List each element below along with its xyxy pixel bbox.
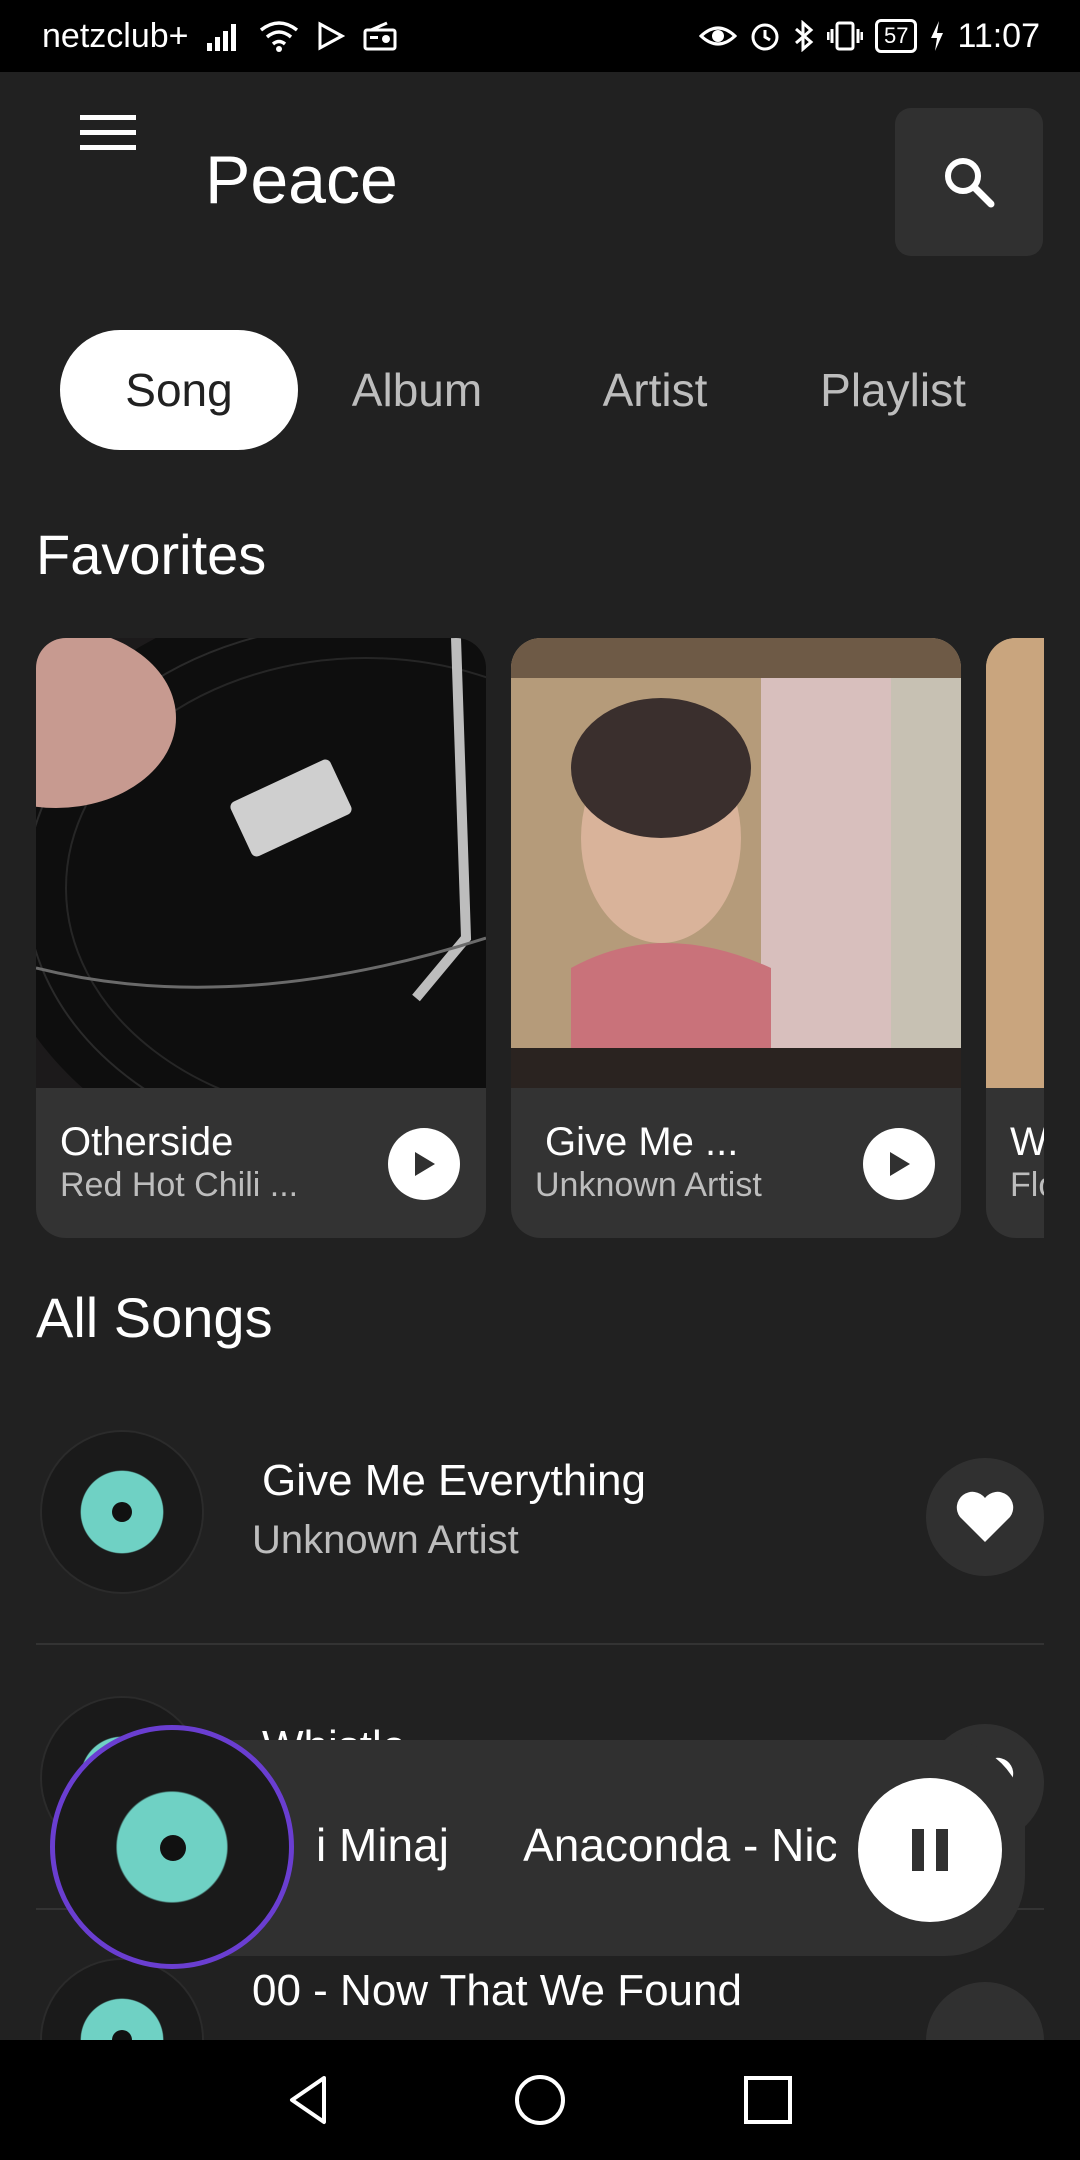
favorite-card-artist: Flo — [1010, 1166, 1044, 1204]
play-icon — [415, 1152, 435, 1176]
signal-icon — [206, 21, 241, 51]
play-icon — [890, 1152, 910, 1176]
list-divider — [36, 1643, 1044, 1645]
favorite-card[interactable]: Otherside Red Hot Chili ... — [36, 638, 486, 1238]
favorite-card-title: Give Me ... — [545, 1120, 739, 1164]
battery-indicator: 57 — [874, 19, 918, 53]
tab-album[interactable]: Album — [298, 330, 536, 450]
search-button[interactable] — [895, 108, 1043, 256]
favorite-card[interactable]: W Flo — [986, 638, 1044, 1238]
vibrate-icon — [826, 20, 863, 52]
song-title: Give Me Everything — [262, 1456, 646, 1505]
favorite-card-title: W — [1010, 1120, 1044, 1164]
bluetooth-icon — [793, 20, 815, 52]
nav-back-button[interactable] — [268, 2060, 348, 2140]
battery-level: 57 — [883, 23, 909, 48]
now-playing-marquee: i Minaj Anaconda - Nic — [316, 1818, 836, 1878]
favorite-card[interactable]: Give Me ... Unknown Artist — [511, 638, 961, 1238]
wifi-icon — [259, 20, 299, 52]
song-title: 00 - Now That We Found — [252, 1966, 742, 2015]
page-title: Peace — [205, 142, 398, 218]
favorite-card-artist: Red Hot Chili ... — [60, 1166, 299, 1204]
search-icon — [945, 158, 995, 208]
record-cover-artwork — [511, 638, 961, 1088]
play-store-icon — [317, 21, 345, 51]
play-button[interactable] — [388, 1128, 460, 1200]
charging-icon — [929, 20, 945, 52]
tab-artist[interactable]: Artist — [536, 330, 774, 450]
favorite-button[interactable] — [926, 1982, 1044, 2040]
tab-song[interactable]: Song — [60, 330, 298, 450]
alarm-icon — [749, 20, 781, 52]
song-artist: Unknown Artist — [252, 1518, 519, 1562]
favorite-card-artist: Unknown Artist — [535, 1166, 762, 1204]
carrier-label: netzclub+ — [42, 16, 189, 55]
favorites-heading: Favorites — [36, 523, 267, 586]
pause-button[interactable] — [858, 1778, 1002, 1922]
status-left: netzclub+ — [42, 0, 397, 72]
status-right: 57 11:07 — [698, 0, 1040, 72]
favorites-carousel[interactable]: Otherside Red Hot Chili ... Give Me ... … — [36, 638, 1044, 1238]
category-tabs: Song Album Artist Playlist — [60, 330, 1012, 450]
nav-home-button[interactable] — [500, 2060, 580, 2140]
now-playing-disc[interactable] — [50, 1725, 294, 1969]
eye-icon — [698, 22, 737, 50]
nav-back-icon — [290, 2076, 326, 2124]
clock: 11:07 — [957, 16, 1040, 55]
song-list-item[interactable]: Give Me Everything Unknown Artist — [36, 1402, 1044, 1622]
status-bar: netzclub+ 57 11:07 — [0, 0, 1080, 72]
song-disc-thumbnail — [42, 1960, 202, 2040]
album-artwork — [986, 638, 1044, 1088]
nav-home-icon — [515, 2075, 565, 2125]
now-playing-text: i Minaj Anaconda - Nic — [316, 1819, 836, 1871]
pause-icon — [912, 1829, 948, 1871]
tab-playlist[interactable]: Playlist — [774, 330, 1012, 450]
play-button[interactable] — [863, 1128, 935, 1200]
radio-icon — [363, 21, 397, 51]
hamburger-icon — [80, 115, 136, 150]
system-navigation-bar — [0, 2040, 1080, 2160]
nav-recents-icon — [744, 2076, 792, 2124]
favorite-card-title: Otherside — [60, 1120, 234, 1164]
song-disc-thumbnail — [42, 1432, 202, 1592]
nav-recents-button[interactable] — [728, 2060, 808, 2140]
vinyl-turntable-artwork — [36, 638, 486, 1088]
all-songs-heading: All Songs — [36, 1286, 273, 1349]
favorite-button[interactable] — [926, 1458, 1044, 1576]
heart-icon — [956, 1491, 1014, 1542]
menu-button[interactable] — [60, 85, 156, 181]
